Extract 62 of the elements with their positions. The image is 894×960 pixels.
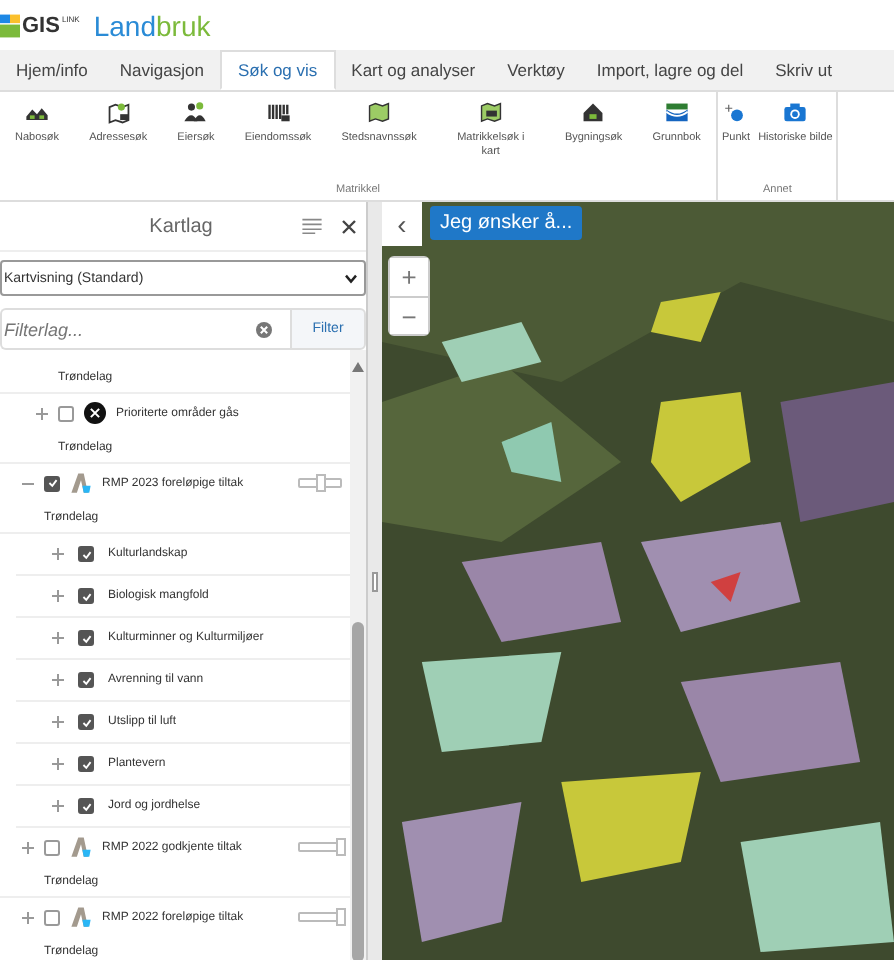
slider-thumb[interactable]: [336, 908, 346, 926]
checkbox[interactable]: [44, 475, 60, 491]
house-icon: [580, 100, 607, 126]
tab[interactable]: Hjem/info: [0, 50, 104, 90]
opacity-slider[interactable]: [298, 912, 342, 922]
layer-icon: [70, 906, 92, 928]
plus-icon[interactable]: [52, 758, 64, 770]
plus-icon[interactable]: [52, 716, 64, 728]
layer-icon: [70, 472, 92, 494]
plus-icon[interactable]: [52, 590, 64, 602]
plus-icon[interactable]: [22, 911, 34, 923]
tab[interactable]: Kart og analyser: [335, 50, 492, 90]
tab[interactable]: Import, lagre og del: [580, 50, 760, 90]
tab[interactable]: Navigasjon: [103, 50, 220, 90]
action-menu-button[interactable]: Jeg ønsker å...: [430, 206, 583, 240]
checkbox[interactable]: [78, 714, 94, 730]
barcode-icon: [265, 100, 292, 126]
opacity-slider[interactable]: [298, 842, 342, 852]
checkbox[interactable]: [58, 405, 74, 421]
collapse-panel-button[interactable]: ‹: [382, 202, 422, 246]
plus-icon[interactable]: [52, 674, 64, 686]
checkbox[interactable]: [44, 839, 60, 855]
tab[interactable]: Verktøy: [491, 50, 581, 90]
plus-icon[interactable]: [22, 841, 34, 853]
tab[interactable]: Skriv ut: [759, 50, 848, 90]
filter-field[interactable]: Filterlag...: [0, 308, 290, 350]
splitter-grip-icon[interactable]: [372, 572, 378, 592]
plus-icon[interactable]: [52, 632, 64, 644]
tab[interactable]: Søk og vis: [219, 50, 336, 90]
opacity-slider[interactable]: [298, 478, 342, 488]
map-icon: [477, 100, 504, 126]
checkbox[interactable]: [78, 546, 94, 562]
checkbox[interactable]: [78, 798, 94, 814]
plus-icon[interactable]: [36, 407, 48, 419]
layer-badge-icon: [84, 402, 106, 424]
slider-thumb[interactable]: [336, 838, 346, 856]
checkbox[interactable]: [78, 672, 94, 688]
map-icon: [366, 100, 393, 126]
chevron-down-icon: [344, 273, 358, 283]
people-icon: [182, 100, 209, 126]
scrollbar-thumb[interactable]: [352, 622, 364, 960]
flag-icon: [663, 100, 690, 126]
layer-icon: [70, 836, 92, 858]
slider-thumb[interactable]: [316, 474, 326, 492]
plus-icon[interactable]: [52, 800, 64, 812]
plus-icon[interactable]: [52, 548, 64, 560]
map-pin-icon: [105, 100, 132, 126]
clear-icon[interactable]: [256, 321, 272, 337]
logo-icon: [0, 13, 20, 37]
zoom-out-button[interactable]: −: [390, 296, 428, 334]
scroll-up-icon[interactable]: [352, 362, 364, 372]
minus-icon[interactable]: [22, 477, 34, 489]
checkbox[interactable]: [78, 630, 94, 646]
checkbox[interactable]: [78, 588, 94, 604]
checkbox[interactable]: [44, 909, 60, 925]
app-name: Landbruk: [93, 9, 211, 41]
close-icon[interactable]: [342, 219, 356, 233]
checkbox[interactable]: [78, 756, 94, 772]
menu-icon[interactable]: [302, 218, 322, 234]
panel-title: Kartlag: [147, 215, 215, 237]
camera-icon: [782, 100, 809, 126]
logo-text: GIS: [22, 15, 60, 37]
